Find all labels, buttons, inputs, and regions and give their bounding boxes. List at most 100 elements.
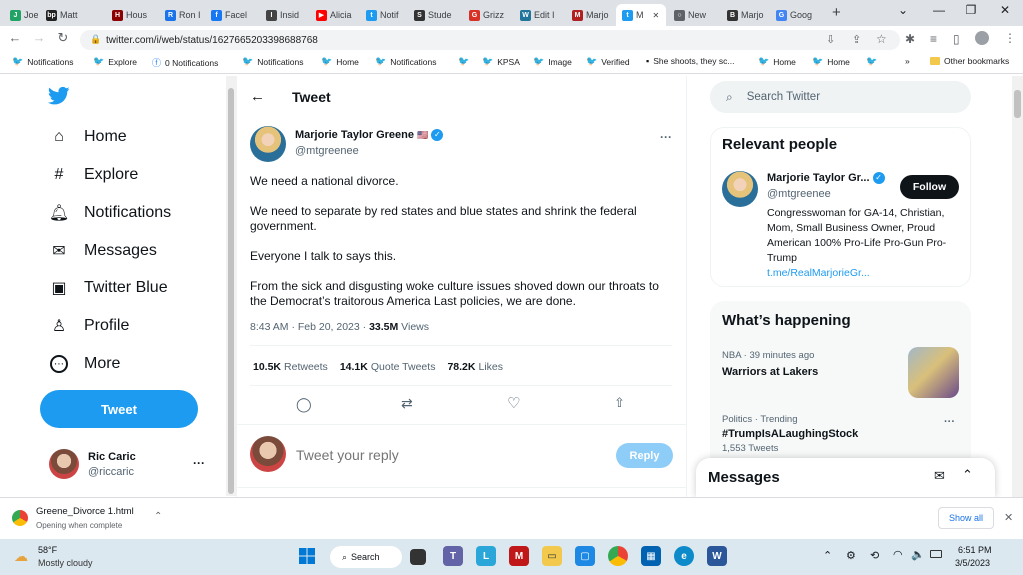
page-scrollbar[interactable] (1012, 76, 1023, 497)
wifi-icon[interactable]: ◠ (893, 548, 903, 561)
reading-list-icon[interactable]: ≡ (930, 32, 937, 46)
chrome-icon[interactable] (608, 546, 628, 566)
close-window-icon[interactable]: ✕ (990, 3, 1020, 17)
bookmark-item[interactable]: 🐦 Home (758, 56, 796, 67)
nav-item-notifications[interactable]: 🔔︎ Notifications (49, 204, 171, 222)
task-view-icon[interactable] (410, 549, 426, 565)
star-icon[interactable]: ☆ (876, 32, 887, 46)
restore-icon[interactable]: ❐ (956, 3, 986, 17)
teams-icon[interactable]: T (443, 546, 463, 566)
follow-button[interactable]: Follow (900, 175, 959, 199)
bookmark-item[interactable]: 🐦 KPSA (482, 56, 520, 67)
browser-tab[interactable]: f Facel (205, 4, 257, 26)
bookmark-item[interactable]: 🐦 (458, 56, 473, 67)
browser-tab[interactable]: M Marjo (566, 4, 614, 26)
file-explorer-icon[interactable]: ▭ (542, 546, 562, 566)
reply-button[interactable]: Reply (616, 443, 673, 468)
person-name-row[interactable]: Marjorie Taylor Gr... ✓ (767, 172, 885, 185)
bookmark-item[interactable]: 🐦 (866, 56, 881, 67)
close-download-icon[interactable]: ✕ (1004, 511, 1013, 524)
nav-item-messages[interactable]: ✉ Messages (50, 242, 157, 260)
sync-icon[interactable]: ⟲ (870, 549, 879, 562)
edge-icon[interactable]: e (674, 546, 694, 566)
nav-item-profile[interactable]: ♙ Profile (50, 317, 130, 335)
person-avatar[interactable] (722, 171, 758, 207)
author-avatar[interactable] (250, 126, 286, 162)
trend-more-icon[interactable]: ··· (944, 416, 955, 428)
nav-item-more[interactable]: ⋯ More (50, 355, 120, 373)
browser-tab[interactable]: S Stude (408, 4, 460, 26)
new-message-icon[interactable]: ✉ (934, 468, 945, 484)
bookmark-item[interactable]: ⓕ 0 Notifications (152, 56, 218, 69)
account-avatar[interactable] (49, 449, 79, 479)
nav-item-twitter-blue[interactable]: ▣ Twitter Blue (50, 279, 167, 297)
messages-drawer[interactable]: Messages ✉ ⌃ (696, 458, 995, 497)
show-all-button[interactable]: Show all (938, 507, 994, 529)
chevron-up-icon[interactable]: ⌃ (823, 549, 832, 562)
bookmark-item[interactable]: 🐦 Notifications (242, 56, 304, 67)
stat-item[interactable]: 78.2K Likes (447, 361, 503, 373)
bookmark-item[interactable]: 🐦 Verified (586, 56, 630, 67)
share-tweet-icon[interactable]: ⇧ (614, 395, 625, 411)
account-more-icon[interactable]: ··· (193, 456, 205, 470)
minimize-icon[interactable]: — (924, 3, 954, 17)
like-icon[interactable]: ♡ (507, 394, 520, 412)
share-icon[interactable]: ⇪ (852, 33, 861, 46)
other-bookmarks[interactable]: Other bookmarks (930, 56, 1009, 66)
back-arrow-icon[interactable]: ← (250, 88, 265, 105)
reply-icon[interactable]: ◯ (296, 396, 312, 413)
word-icon[interactable]: W (707, 546, 727, 566)
close-tab-icon[interactable]: ✕ (653, 11, 660, 20)
tab-search-icon[interactable]: ⌄ (888, 3, 918, 17)
new-tab-button[interactable]: + (832, 4, 841, 21)
chevron-up-icon[interactable]: ⌃ (154, 511, 162, 522)
browser-tab[interactable]: ▶ Alicia (310, 4, 358, 26)
taskbar-search[interactable]: ⌕ Search (330, 546, 402, 568)
author-name-row[interactable]: Marjorie Taylor Greene 🇺🇸 ✓ (295, 129, 444, 142)
forward-icon[interactable]: → (30, 30, 48, 45)
tweet-more-icon[interactable]: ··· (660, 130, 672, 144)
browser-tab[interactable]: t Notif (360, 4, 406, 26)
reply-input[interactable] (296, 444, 596, 466)
bookmarks-overflow[interactable]: » (905, 56, 910, 66)
address-bar[interactable]: 🔒 twitter.com/i/web/status/1627665203398… (80, 30, 900, 50)
mcafee-icon[interactable]: M (509, 546, 529, 566)
browser-tab[interactable]: ○ New (668, 4, 718, 26)
tweet-button[interactable]: Tweet (40, 390, 198, 428)
browser-tab[interactable]: H Hous (106, 4, 156, 26)
expand-icon[interactable]: ⌃ (962, 467, 973, 483)
browser-tab[interactable]: R Ron I (159, 4, 203, 26)
clock-date[interactable]: 3/5/2023 (955, 558, 990, 568)
trend-item[interactable]: Politics · Trending #TrumpIsALaughingSto… (722, 414, 962, 458)
side-panel-icon[interactable]: ▯ (953, 32, 960, 46)
profile-icon[interactable] (975, 31, 989, 45)
back-icon[interactable]: ← (6, 30, 24, 45)
browser-tab[interactable]: JJoe M (4, 4, 38, 26)
app-icon[interactable]: ▢ (575, 546, 595, 566)
browser-tab[interactable]: bp Matt (40, 4, 104, 26)
install-icon[interactable]: ⇩ (826, 33, 835, 46)
twitter-logo-icon[interactable] (47, 86, 70, 112)
nav-item-home[interactable]: ⌂ Home (50, 128, 127, 146)
bookmark-item[interactable]: 🐦 Explore (93, 56, 137, 67)
menu-icon[interactable]: ⋮ (1004, 31, 1016, 45)
download-item[interactable]: Greene_Divorce 1.html Opening when compl… (8, 503, 178, 533)
bookmark-item[interactable]: ▪ She shoots, they sc... (646, 56, 734, 66)
bio-link[interactable]: t.me/RealMarjorieGr... (767, 267, 870, 279)
browser-tab[interactable]: t M ✕ (616, 4, 666, 26)
extensions-icon[interactable]: ✱ (905, 32, 915, 46)
browser-tab[interactable]: B Marjo (721, 4, 767, 26)
store-icon[interactable]: ▦ (641, 546, 661, 566)
weather-widget[interactable]: ☁ 58°F Mostly cloudy (12, 543, 132, 571)
search-input[interactable]: ⌕ Search Twitter (710, 81, 971, 113)
browser-tab[interactable]: G Goog (770, 4, 824, 26)
browser-tab[interactable]: I Insid (260, 4, 308, 26)
bookmark-item[interactable]: 🐦 Home (321, 56, 359, 67)
stat-item[interactable]: 10.5K Retweets (253, 361, 328, 373)
browser-tab[interactable]: W Edit I (514, 4, 564, 26)
volume-icon[interactable]: 🔈 (911, 548, 925, 561)
network-icon[interactable]: ⚙ (846, 549, 856, 562)
retweet-icon[interactable]: ⇄ (401, 395, 413, 412)
stat-item[interactable]: 14.1K Quote Tweets (340, 361, 436, 373)
windows-start-icon[interactable] (297, 546, 317, 566)
